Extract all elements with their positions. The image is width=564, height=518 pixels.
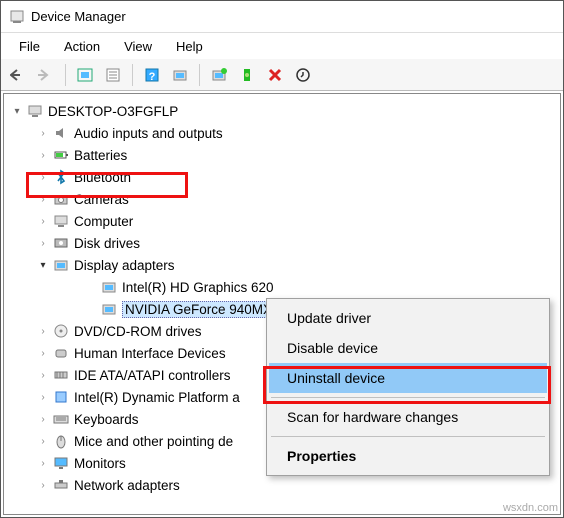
device-label: NVIDIA GeForce 940MX xyxy=(122,301,275,318)
menu-help[interactable]: Help xyxy=(164,37,215,56)
category-label: Audio inputs and outputs xyxy=(74,126,223,141)
category-node[interactable]: › Computer xyxy=(36,210,558,232)
chevron-spacer xyxy=(84,280,98,294)
toolbar-separator xyxy=(132,64,133,86)
device-category-icon xyxy=(52,190,70,208)
titlebar: Device Manager xyxy=(1,1,563,33)
menubar: File Action View Help xyxy=(1,33,563,59)
toolbar-separator xyxy=(65,64,66,86)
category-node[interactable]: › Disk drives xyxy=(36,232,558,254)
category-node[interactable]: ▾ Display adapters xyxy=(36,254,558,276)
device-category-icon xyxy=(52,124,70,142)
device-category-icon xyxy=(52,476,70,494)
chevron-right-icon[interactable]: › xyxy=(36,214,50,228)
chevron-right-icon[interactable]: › xyxy=(36,324,50,338)
device-category-icon xyxy=(52,168,70,186)
chevron-right-icon[interactable]: › xyxy=(36,368,50,382)
uninstall-button[interactable] xyxy=(234,62,260,88)
category-node[interactable]: › Cameras xyxy=(36,188,558,210)
device-category-icon xyxy=(52,388,70,406)
category-node[interactable]: › Audio inputs and outputs xyxy=(36,122,558,144)
category-label: Batteries xyxy=(74,148,127,163)
device-label: Intel(R) HD Graphics 620 xyxy=(122,280,274,295)
toolbar: ? xyxy=(1,59,563,91)
cm-disable-device[interactable]: Disable device xyxy=(269,333,547,363)
svg-text:?: ? xyxy=(149,71,156,83)
category-label: Computer xyxy=(74,214,133,229)
app-icon xyxy=(9,9,25,25)
category-label: IDE ATA/ATAPI controllers xyxy=(74,368,231,383)
chevron-right-icon[interactable]: › xyxy=(36,192,50,206)
menu-view[interactable]: View xyxy=(112,37,164,56)
device-category-icon xyxy=(52,146,70,164)
context-menu: Update driver Disable device Uninstall d… xyxy=(266,298,550,476)
category-label: Bluetooth xyxy=(74,170,131,185)
watermark: wsxdn.com xyxy=(503,502,558,514)
category-label: Network adapters xyxy=(74,478,180,493)
chevron-right-icon[interactable]: › xyxy=(36,170,50,184)
device-category-icon xyxy=(52,432,70,450)
device-category-icon xyxy=(52,212,70,230)
toolbar-separator xyxy=(199,64,200,86)
back-button[interactable] xyxy=(5,62,31,88)
category-node[interactable]: › Batteries xyxy=(36,144,558,166)
display-adapter-icon xyxy=(100,300,118,318)
computer-icon xyxy=(26,102,44,120)
enable-button[interactable] xyxy=(290,62,316,88)
device-category-icon xyxy=(52,344,70,362)
category-label: Monitors xyxy=(74,456,126,471)
chevron-right-icon[interactable]: › xyxy=(36,236,50,250)
device-node[interactable]: Intel(R) HD Graphics 620 xyxy=(84,276,558,298)
device-category-icon xyxy=(52,410,70,428)
chevron-right-icon[interactable]: › xyxy=(36,434,50,448)
chevron-spacer xyxy=(84,302,98,316)
category-label: Mice and other pointing de xyxy=(74,434,233,449)
category-label: Keyboards xyxy=(74,412,139,427)
chevron-right-icon[interactable]: › xyxy=(36,390,50,404)
display-adapter-icon xyxy=(100,278,118,296)
cm-update-driver[interactable]: Update driver xyxy=(269,303,547,333)
device-category-icon xyxy=(52,366,70,384)
menu-action[interactable]: Action xyxy=(52,37,112,56)
update-driver-button[interactable] xyxy=(206,62,232,88)
category-label: Intel(R) Dynamic Platform a xyxy=(74,390,240,405)
menu-file[interactable]: File xyxy=(7,37,52,56)
category-label: Display adapters xyxy=(74,258,175,273)
chevron-right-icon[interactable]: › xyxy=(36,126,50,140)
scan-button[interactable] xyxy=(167,62,193,88)
cm-separator xyxy=(271,436,545,437)
cm-scan-hardware[interactable]: Scan for hardware changes xyxy=(269,402,547,432)
device-category-icon xyxy=(52,454,70,472)
disable-button[interactable] xyxy=(262,62,288,88)
device-category-icon xyxy=(52,322,70,340)
cm-separator xyxy=(271,397,545,398)
properties-button[interactable] xyxy=(100,62,126,88)
show-hidden-button[interactable] xyxy=(72,62,98,88)
category-label: Cameras xyxy=(74,192,129,207)
chevron-down-icon[interactable]: ▾ xyxy=(36,258,50,272)
chevron-right-icon[interactable]: › xyxy=(36,412,50,426)
forward-button[interactable] xyxy=(33,62,59,88)
chevron-right-icon[interactable]: › xyxy=(36,148,50,162)
category-label: DVD/CD-ROM drives xyxy=(74,324,202,339)
chevron-right-icon[interactable]: › xyxy=(36,346,50,360)
category-node[interactable]: › Network adapters xyxy=(36,474,558,496)
cm-uninstall-device[interactable]: Uninstall device xyxy=(269,363,547,393)
device-category-icon xyxy=(52,256,70,274)
category-node[interactable]: › Bluetooth xyxy=(36,166,558,188)
cm-properties[interactable]: Properties xyxy=(269,441,547,471)
category-label: Disk drives xyxy=(74,236,140,251)
device-category-icon xyxy=(52,234,70,252)
chevron-right-icon[interactable]: › xyxy=(36,456,50,470)
chevron-down-icon[interactable]: ▾ xyxy=(10,104,24,118)
help-button[interactable]: ? xyxy=(139,62,165,88)
category-label: Human Interface Devices xyxy=(74,346,226,361)
chevron-right-icon[interactable]: › xyxy=(36,478,50,492)
root-node[interactable]: ▾ DESKTOP-O3FGFLP xyxy=(10,100,558,122)
window-title: Device Manager xyxy=(31,9,126,24)
